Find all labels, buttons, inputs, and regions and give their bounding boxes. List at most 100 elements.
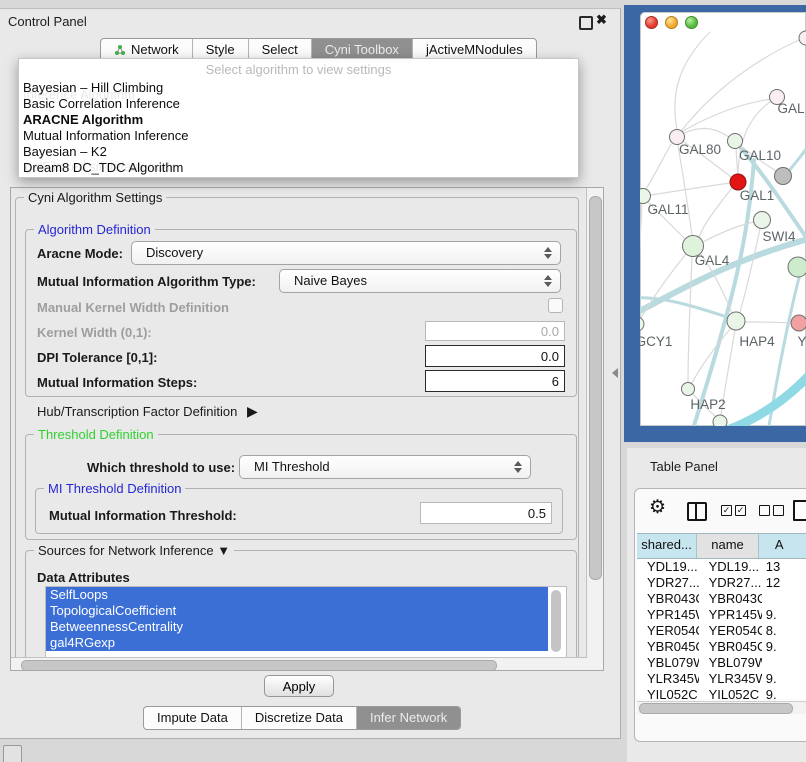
- network-edge[interactable]: [640, 204, 642, 317]
- checked-checkbox-icon[interactable]: ✓: [721, 505, 732, 516]
- data-attribute-item[interactable]: SelfLoops: [46, 587, 548, 603]
- table-row[interactable]: YBL079WYBL079W: [637, 655, 806, 671]
- page-icon[interactable]: [793, 500, 806, 521]
- apply-button[interactable]: Apply: [264, 675, 334, 697]
- table-scrollbar-thumb[interactable]: [639, 703, 793, 714]
- algorithm-option[interactable]: Basic Correlation Inference: [22, 96, 575, 112]
- network-node-gcy1[interactable]: [640, 317, 644, 331]
- algorithm-option[interactable]: ARACNE Algorithm: [22, 112, 575, 128]
- network-edge[interactable]: [688, 257, 692, 382]
- mi-steps-input[interactable]: [425, 370, 565, 392]
- unchecked-checkbox-icon[interactable]: [773, 505, 784, 516]
- table-row[interactable]: YIL052CYIL052C9.: [637, 687, 806, 699]
- table-row[interactable]: YDL19...YDL19...13: [637, 559, 806, 575]
- split-columns-icon[interactable]: [687, 502, 707, 521]
- network-edge[interactable]: [745, 322, 791, 323]
- network-edge[interactable]: [788, 138, 806, 172]
- table-row[interactable]: YER054CYER054C8.: [637, 623, 806, 639]
- table-row[interactable]: YLR345WYLR345W9.: [637, 671, 806, 687]
- algorithm-option[interactable]: Bayesian – K2: [22, 144, 575, 160]
- algorithm-option[interactable]: Bayesian – Hill Climbing: [22, 80, 575, 96]
- data-attribute-item[interactable]: gal4RGexp: [46, 635, 548, 651]
- table-cell: YBR045C: [637, 639, 699, 655]
- network-node-gal10[interactable]: [728, 134, 743, 149]
- network-edge[interactable]: [683, 99, 772, 131]
- network-node-swi4[interactable]: [754, 212, 771, 229]
- network-view-window[interactable]: GALGAL80GAL10GAL1GAL11SWI4GAL4GCY1HAP4YH…: [640, 12, 806, 426]
- mi-algorithm-type-select[interactable]: Naive Bayes: [279, 269, 561, 293]
- manual-kernel-width-checkbox[interactable]: [548, 298, 563, 313]
- aracne-mode-select[interactable]: Discovery: [131, 241, 561, 265]
- network-edge[interactable]: [684, 128, 729, 137]
- network-edge[interactable]: [651, 183, 730, 195]
- data-attributes-list[interactable]: SelfLoopsTopologicalCoefficientBetweenne…: [45, 586, 567, 659]
- tab-impute-data[interactable]: Impute Data: [144, 707, 241, 729]
- tab-discretize-data[interactable]: Discretize Data: [241, 707, 356, 729]
- table-cell: YBL079W: [699, 655, 762, 671]
- network-node[interactable]: [788, 257, 806, 277]
- network-node-hap4[interactable]: [727, 312, 745, 330]
- network-edge[interactable]: [646, 144, 671, 189]
- data-attribute-item[interactable]: BetweennessCentrality: [46, 619, 548, 635]
- close-window-icon[interactable]: ✖: [596, 12, 607, 28]
- kernel-width-label: Kernel Width (0,1):: [37, 325, 152, 340]
- which-threshold-select[interactable]: MI Threshold: [239, 455, 531, 479]
- network-edge[interactable]: [640, 238, 806, 314]
- column-header[interactable]: A: [759, 534, 806, 558]
- table-cell: YLR345W: [699, 671, 762, 687]
- dropdown-items: Bayesian – Hill ClimbingBasic Correlatio…: [22, 80, 575, 176]
- node-label-swi4: SWI4: [762, 229, 795, 244]
- network-node-y[interactable]: [791, 315, 806, 331]
- network-edge[interactable]: [675, 32, 710, 129]
- gear-icon[interactable]: ⚙: [649, 496, 666, 519]
- network-node[interactable]: [775, 168, 792, 185]
- node-label-gcy1: GCY1: [640, 334, 672, 349]
- network-canvas[interactable]: GALGAL80GAL10GAL1GAL11SWI4GAL4GCY1HAP4YH…: [640, 12, 806, 426]
- control-panel-title: Control Panel: [8, 14, 87, 29]
- mi-threshold-input[interactable]: [420, 502, 552, 524]
- collapsed-disclosure-icon[interactable]: ▶: [241, 403, 258, 419]
- hub-definition-section[interactable]: Hub/Transcription Factor Definition ▶: [37, 403, 258, 420]
- table-cell: 13: [762, 559, 806, 575]
- float-window-icon[interactable]: [579, 16, 593, 30]
- list-scrollbar-thumb[interactable]: [551, 590, 561, 652]
- group-title: Algorithm Definition: [34, 222, 155, 237]
- application-root: Control Panel ✖ NetworkStyleSelectCyni T…: [0, 0, 806, 762]
- node-label-gal4: GAL4: [695, 253, 730, 268]
- node-label-gal11: GAL11: [647, 202, 688, 217]
- settings-vertical-scrollbar[interactable]: [586, 188, 603, 670]
- table-row[interactable]: YDR27...YDR27...12: [637, 575, 806, 591]
- vertical-scrollbar-thumb[interactable]: [589, 196, 602, 580]
- settings-scroll-area: Cyni Algorithm Settings Algorithm Defini…: [10, 187, 604, 671]
- table-row[interactable]: YBR045CYBR045C9.: [637, 639, 806, 655]
- kernel-width-input[interactable]: [425, 321, 565, 341]
- table-row[interactable]: YPR145WYPR145W9.: [637, 607, 806, 623]
- network-edge[interactable]: [682, 38, 804, 130]
- cyni-mode-tab-bar: Impute DataDiscretize DataInfer Network: [143, 706, 461, 730]
- group-title[interactable]: Sources for Network Inference ▼: [34, 543, 234, 558]
- algorithm-option[interactable]: Mutual Information Inference: [22, 128, 575, 144]
- network-node-hap2[interactable]: [682, 383, 695, 396]
- tab-infer-network[interactable]: Infer Network: [356, 707, 460, 729]
- horizontal-scrollbar-thumb[interactable]: [21, 660, 497, 671]
- checked-checkbox-icon[interactable]: ✓: [735, 505, 746, 516]
- splitter-collapse-icon[interactable]: [612, 368, 618, 378]
- expanded-disclosure-icon[interactable]: ▼: [217, 543, 230, 558]
- network-node[interactable]: [799, 31, 806, 45]
- table-row[interactable]: YBR043CYBR043C: [637, 591, 806, 607]
- data-attribute-item[interactable]: TopologicalCoefficient: [46, 603, 548, 619]
- table-horizontal-scrollbar[interactable]: [637, 701, 806, 714]
- column-header[interactable]: shared...: [637, 534, 697, 558]
- network-edge[interactable]: [699, 188, 732, 237]
- column-header[interactable]: name: [697, 534, 759, 558]
- minimize-traffic-light-icon[interactable]: [665, 16, 678, 29]
- close-traffic-light-icon[interactable]: [645, 16, 658, 29]
- zoom-traffic-light-icon[interactable]: [685, 16, 698, 29]
- unchecked-checkbox-icon[interactable]: [759, 505, 770, 516]
- minimized-panel-icon[interactable]: [3, 745, 22, 762]
- settings-horizontal-scrollbar[interactable]: [11, 657, 587, 671]
- algorithm-option[interactable]: Dream8 DC_TDC Algorithm: [22, 160, 575, 176]
- list-scrollbar[interactable]: [550, 587, 563, 658]
- dpi-tolerance-input[interactable]: [425, 345, 565, 367]
- network-node[interactable]: [713, 415, 727, 426]
